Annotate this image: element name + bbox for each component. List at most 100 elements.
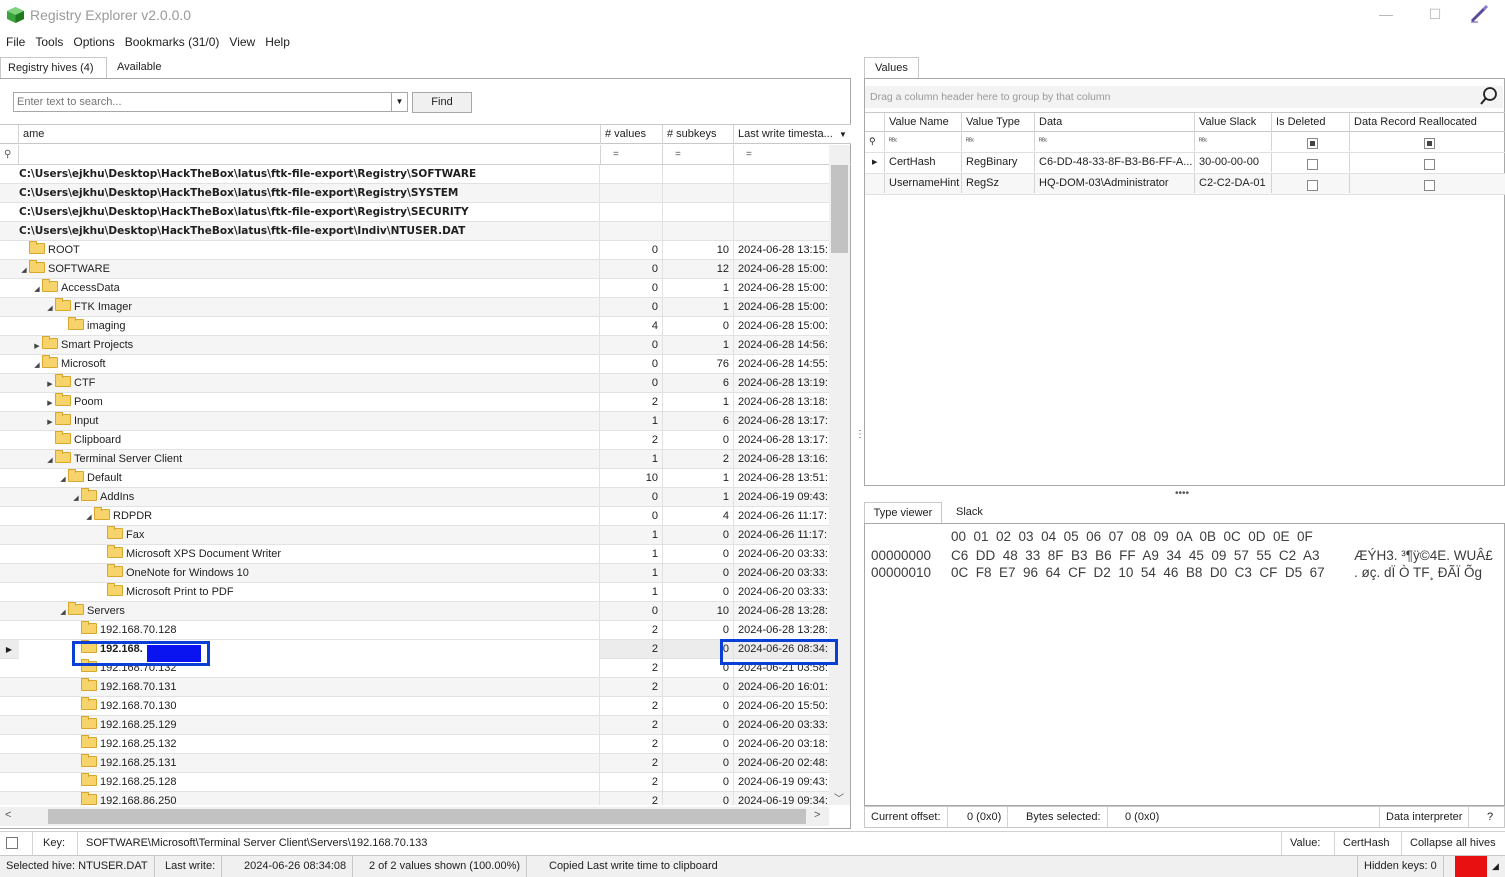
last-write-timestamp[interactable]: 2024-06-26 11:17: (733, 507, 829, 526)
scroll-right-icon[interactable]: > (814, 809, 820, 821)
value-count[interactable]: 2 (599, 393, 662, 412)
value-count[interactable]: 0 (599, 507, 662, 526)
search-input[interactable] (14, 93, 389, 111)
key-name-cell[interactable]: 192.168.70.131 (19, 678, 599, 697)
filter-reallocated-checkbox[interactable] (1349, 132, 1505, 151)
filter-value-slack[interactable]: ᴿᴮᶜ (1194, 132, 1271, 151)
value-type[interactable]: RegBinary (961, 153, 1034, 172)
last-write-timestamp[interactable]: 2024-06-28 15:00: (733, 279, 829, 298)
collapse-arrow-icon[interactable]: ◢ (58, 470, 68, 488)
filter-value-type[interactable]: ᴿᴮᶜ (961, 132, 1034, 151)
subkey-count[interactable]: 76 (662, 355, 733, 374)
hex-ascii[interactable]: . øç. dÏ Ò TF¸ ÐÃÏ Õg (1354, 565, 1482, 580)
value-count[interactable] (599, 184, 662, 203)
value-name[interactable]: CertHash (884, 153, 961, 172)
registry-key-row[interactable]: ◢ Microsoft 0 76 2024-06-28 14:55: (0, 355, 829, 374)
tree-vertical-scroll-thumb[interactable] (831, 165, 848, 253)
last-write-timestamp[interactable]: 2024-06-19 09:34: (733, 792, 829, 805)
subkey-count[interactable] (662, 184, 733, 203)
column-name[interactable]: ame (18, 125, 600, 144)
value-count[interactable]: 1 (599, 564, 662, 583)
value-count[interactable]: 2 (599, 678, 662, 697)
key-name-cell[interactable]: Microsoft XPS Document Writer (19, 545, 599, 564)
registry-key-row[interactable]: ▶ Input 1 6 2024-06-28 13:17: (0, 412, 829, 431)
registry-key-row[interactable]: Fax 1 0 2024-06-26 11:17: (0, 526, 829, 545)
filter-value-data[interactable]: ᴿᴮᶜ (1034, 132, 1194, 151)
column-last-write[interactable]: Last write timesta... (733, 125, 833, 144)
key-name-cell[interactable]: ▶ Smart Projects (19, 336, 599, 355)
value-count[interactable]: 1 (599, 545, 662, 564)
subkey-count[interactable] (662, 203, 733, 222)
key-name-cell[interactable]: ◢ Microsoft (19, 355, 599, 374)
collapse-all-hives-button[interactable]: Collapse all hives (1401, 832, 1496, 855)
subkey-count[interactable]: 0 (662, 564, 733, 583)
last-write-timestamp[interactable]: 2024-06-20 02:48: (733, 754, 829, 773)
value-data[interactable]: C6-DD-48-33-8F-B3-B6-FF-A... (1034, 153, 1194, 172)
menu-view[interactable]: View (225, 33, 259, 51)
hive-row[interactable]: C:\Users\ejkhu\Desktop\HackTheBox\latus\… (0, 203, 829, 222)
collapse-arrow-icon[interactable]: ◢ (32, 356, 42, 374)
value-count[interactable]: 0 (599, 374, 662, 393)
registry-key-row[interactable]: 192.168.86.250 2 0 2024-06-19 09:34: (0, 792, 829, 805)
registry-key-row[interactable]: ◢ Default 10 1 2024-06-28 13:51: (0, 469, 829, 488)
values-col-name[interactable]: Value Name (884, 113, 961, 132)
registry-key-row[interactable]: 192.168.70.130 2 0 2024-06-20 15:50: (0, 697, 829, 716)
collapse-arrow-icon[interactable]: ◢ (45, 299, 55, 317)
value-count[interactable] (599, 165, 662, 184)
key-name-cell[interactable]: ◢ FTK Imager (19, 298, 599, 317)
value-count[interactable]: 1 (599, 526, 662, 545)
subkey-count[interactable]: 6 (662, 374, 733, 393)
registry-key-row[interactable]: ◢ AccessData 0 1 2024-06-28 15:00: (0, 279, 829, 298)
subkey-count[interactable]: 0 (662, 735, 733, 754)
value-count[interactable] (599, 222, 662, 241)
subkey-count[interactable]: 10 (662, 602, 733, 621)
key-name-cell[interactable]: C:\Users\ejkhu\Desktop\HackTheBox\latus\… (19, 203, 599, 222)
registry-key-row[interactable]: ROOT 0 10 2024-06-28 13:15: (0, 241, 829, 260)
values-col-type[interactable]: Value Type (961, 113, 1034, 132)
registry-key-row[interactable]: ▶ Smart Projects 0 1 2024-06-28 14:56: (0, 336, 829, 355)
menu-tools[interactable]: Tools (31, 33, 67, 51)
last-write-timestamp[interactable] (733, 222, 829, 241)
search-icon[interactable] (1479, 86, 1499, 106)
last-write-timestamp[interactable]: 2024-06-28 13:18: (733, 393, 829, 412)
value-count[interactable]: 0 (599, 279, 662, 298)
key-name-cell[interactable]: 192.168.25.128 (19, 773, 599, 792)
collapse-arrow-icon[interactable]: ◢ (71, 489, 81, 507)
menu-file[interactable]: File (2, 33, 29, 51)
value-count[interactable]: 0 (599, 336, 662, 355)
filter-last-write[interactable]: = (733, 145, 829, 164)
registry-key-row[interactable]: Microsoft Print to PDF 1 0 2024-06-20 03:33… (0, 583, 829, 602)
menu-options[interactable]: Options (69, 33, 118, 51)
tab-type-viewer[interactable]: Type viewer (864, 502, 942, 524)
horizontal-splitter[interactable]: •••• (1175, 488, 1189, 499)
hive-row[interactable]: C:\Users\ejkhu\Desktop\HackTheBox\latus\… (0, 222, 829, 241)
last-write-timestamp[interactable]: 2024-06-28 13:17: (733, 412, 829, 431)
key-name-cell[interactable]: C:\Users\ejkhu\Desktop\HackTheBox\latus\… (19, 165, 599, 184)
column-chooser-icon[interactable]: ▼ (835, 125, 851, 144)
value-count[interactable]: 2 (599, 716, 662, 735)
registry-key-row[interactable]: ◢ Terminal Server Client 1 2 2024-06-28 13:1… (0, 450, 829, 469)
collapse-arrow-icon[interactable]: ◢ (84, 508, 94, 526)
registry-key-row[interactable]: ◢ AddIns 0 1 2024-06-19 09:43: (0, 488, 829, 507)
column-values[interactable]: # values (600, 125, 662, 144)
subkey-count[interactable]: 10 (662, 241, 733, 260)
expand-arrow-icon[interactable]: ▶ (45, 394, 55, 412)
tree-horizontal-scroll-thumb[interactable] (48, 809, 806, 824)
resize-grip-icon[interactable]: ◢ (1489, 856, 1505, 877)
data-interpreter-button[interactable]: Data interpreter (1379, 807, 1470, 827)
key-name-cell[interactable]: ◢ Servers (19, 602, 599, 621)
scroll-down-icon[interactable]: ﹀ (834, 790, 844, 805)
collapse-arrow-icon[interactable]: ◢ (32, 280, 42, 298)
key-name-cell[interactable]: Fax (19, 526, 599, 545)
hive-row[interactable]: C:\Users\ejkhu\Desktop\HackTheBox\latus\… (0, 184, 829, 203)
value-count[interactable]: 1 (599, 412, 662, 431)
last-write-timestamp[interactable]: 2024-06-28 15:00: (733, 260, 829, 279)
last-write-timestamp[interactable]: 2024-06-20 03:18: (733, 735, 829, 754)
subkey-count[interactable]: 0 (662, 431, 733, 450)
key-name-cell[interactable]: Clipboard (19, 431, 599, 450)
tab-values[interactable]: Values (864, 57, 919, 79)
value-count[interactable]: 2 (599, 735, 662, 754)
key-name-cell[interactable]: ▶ Poom (19, 393, 599, 412)
tab-registry-hives[interactable]: Registry hives (4) (0, 57, 107, 79)
last-write-timestamp[interactable]: 2024-06-28 13:28: (733, 621, 829, 640)
